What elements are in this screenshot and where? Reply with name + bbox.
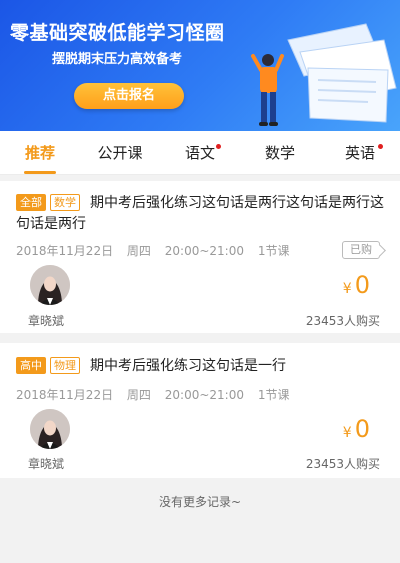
tab-label: 数学 [264, 144, 295, 162]
subject-tag: 物理 [50, 357, 80, 374]
tab-label: 推荐 [24, 144, 55, 162]
course-price: ¥0 [343, 415, 370, 443]
new-content-dot [378, 144, 383, 149]
course-card[interactable]: 高中 物理 期中考后强化练习这句话是一行 2018年11月22日 周四 20:00~… [0, 343, 400, 478]
course-time: 20:00~21:00 [164, 244, 244, 258]
active-tab-indicator [24, 171, 56, 174]
signup-button[interactable]: 点击报名 [74, 83, 184, 109]
price-currency: ¥ [342, 425, 352, 441]
course-date: 2018年11月22日 [16, 244, 114, 258]
promo-banner[interactable]: 零基础突破低能学习怪圈 摆脱期末压力高效备考 点击报名 [0, 0, 400, 131]
purchased-badge[interactable]: 已购 [342, 241, 380, 259]
tab-label: 公开课 [97, 144, 143, 162]
level-tag: 高中 [16, 357, 46, 374]
level-tag: 全部 [16, 194, 46, 211]
no-more-records: 没有更多记录~ [158, 495, 242, 509]
tab-english[interactable]: 英语 [320, 131, 400, 174]
avatar-photo-icon [30, 409, 70, 449]
course-weekday: 周四 [126, 244, 151, 258]
new-content-dot [216, 144, 221, 149]
teacher-avatar [30, 265, 70, 305]
subject-tag: 数学 [50, 194, 80, 211]
avatar-photo-icon [30, 265, 70, 305]
tab-open-class[interactable]: 公开课 [80, 131, 160, 174]
tab-recommended[interactable]: 推荐 [0, 131, 80, 174]
teacher-avatar [30, 409, 70, 449]
buyer-count: 23453人购买 [305, 457, 380, 471]
buyer-count: 23453人购买 [305, 314, 380, 328]
course-lessons: 1节课 [257, 388, 290, 402]
course-title: 全部 数学 期中考后强化练习这句话是两行这句话是两行这句话是两行 [16, 193, 390, 235]
price-currency: ¥ [342, 281, 352, 297]
banner-headline: 零基础突破低能学习怪圈 [10, 22, 225, 44]
student-with-papers-illustration [251, 23, 397, 126]
teacher-name: 章晓斌 [28, 314, 65, 328]
teacher-name: 章晓斌 [28, 457, 65, 471]
tab-math[interactable]: 数学 [240, 131, 320, 174]
tab-label: 英语 [344, 144, 375, 162]
tab-label: 语文 [184, 144, 215, 162]
course-schedule: 2018年11月22日 周四 20:00~21:00 1节课 [16, 242, 299, 259]
price-amount: 0 [354, 415, 370, 443]
course-title-text: 期中考后强化练习这句话是一行 [90, 358, 286, 374]
course-lessons: 1节课 [257, 244, 290, 258]
course-time: 20:00~21:00 [164, 388, 244, 402]
price-amount: 0 [354, 271, 370, 299]
course-price: ¥0 [343, 271, 370, 299]
course-date: 2018年11月22日 [16, 388, 114, 402]
banner-subline: 摆脱期末压力高效备考 [52, 52, 183, 67]
course-schedule: 2018年11月22日 周四 20:00~21:00 1节课 [16, 386, 299, 403]
subject-tabs: 推荐 公开课 语文 数学 英语 [0, 131, 400, 175]
tab-chinese[interactable]: 语文 [160, 131, 240, 174]
course-title: 高中 物理 期中考后强化练习这句话是一行 [16, 356, 390, 377]
course-card[interactable]: 全部 数学 期中考后强化练习这句话是两行这句话是两行这句话是两行 2018年11月2… [0, 181, 400, 333]
course-weekday: 周四 [126, 388, 151, 402]
